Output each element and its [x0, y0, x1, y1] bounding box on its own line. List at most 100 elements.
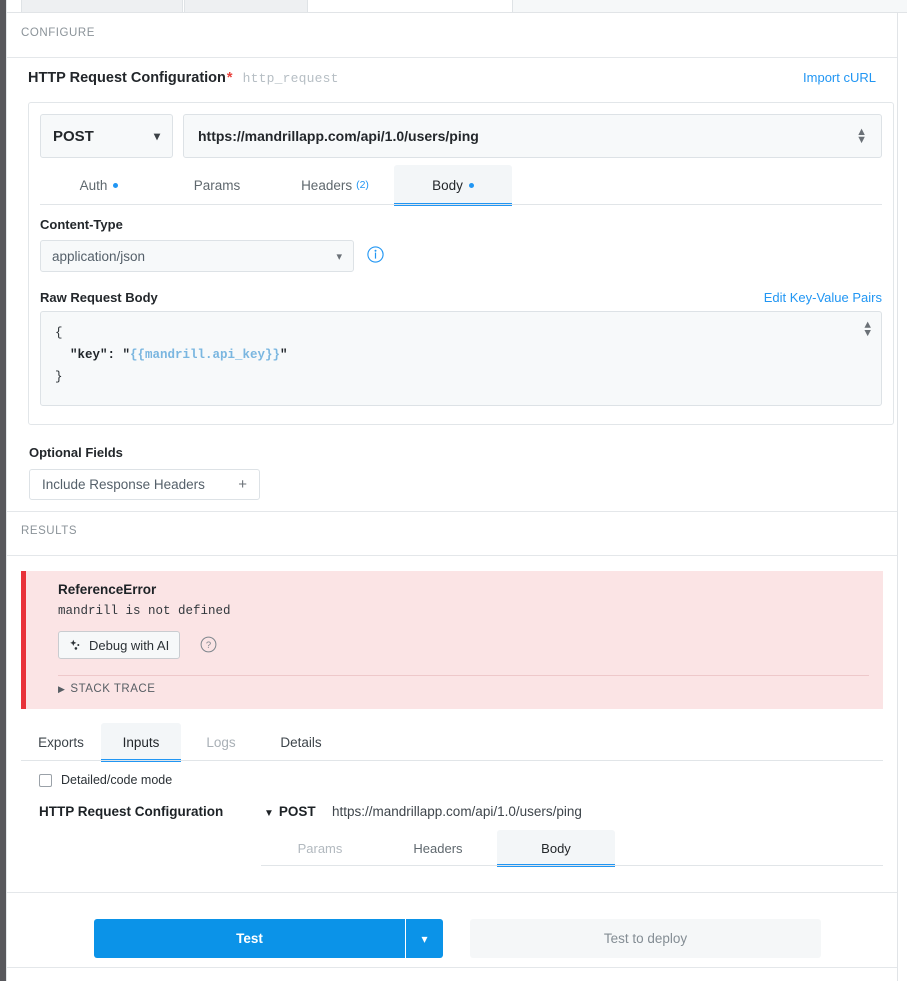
tab-auth-label: Auth	[79, 177, 108, 193]
stack-trace-toggle[interactable]: ▶ STACK TRACE	[58, 683, 155, 695]
body-variable: {{mandrill.api_key}}	[130, 348, 281, 362]
tab-auth[interactable]: Auth	[40, 165, 158, 205]
body-line-open: {	[55, 326, 63, 340]
tab-headers[interactable]: Headers (2)	[276, 165, 394, 205]
body-key-text: "key": "	[55, 348, 131, 362]
chevron-down-icon: ▾	[336, 250, 342, 263]
inputs-method-label: POST	[278, 804, 316, 819]
bottom-divider	[7, 967, 897, 968]
chevron-down-icon: ▾	[421, 931, 428, 946]
include-response-headers-chip[interactable]: Include Response Headers +	[29, 469, 260, 500]
inputs-tab-body-label: Body	[541, 840, 571, 856]
sparkles-icon	[69, 639, 82, 652]
debug-with-ai-label: Debug with AI	[89, 637, 170, 653]
url-input[interactable]: https://mandrillapp.com/api/1.0/users/pi…	[183, 114, 882, 158]
body-line-close: }	[55, 370, 63, 384]
error-divider	[58, 675, 869, 676]
raw-body-label: Raw Request Body	[40, 290, 158, 305]
results-section: RESULTS ReferenceError mandrill is not d…	[7, 511, 897, 981]
tab-inputs[interactable]: Inputs	[101, 723, 181, 762]
results-top-divider	[7, 511, 897, 512]
inputs-tabs: Params Headers Body	[261, 830, 901, 867]
tab-body-label: Body	[432, 177, 463, 193]
detailed-code-mode-label: Detailed/code mode	[61, 773, 173, 787]
svg-text:?: ?	[206, 640, 211, 651]
required-marker: *	[226, 70, 233, 86]
edit-key-value-pairs-link[interactable]: Edit Key-Value Pairs	[764, 290, 882, 305]
inputs-tabs-underline	[261, 865, 883, 866]
raw-body-editor[interactable]: { "key": "{{mandrill.api_key}}" } ▲ ▼	[40, 311, 882, 406]
request-tabs: Auth Params Headers (2) Body	[40, 165, 882, 206]
tab-details-label: Details	[280, 734, 322, 750]
checkbox-icon	[39, 773, 52, 787]
error-message: mandrill is not defined	[58, 604, 231, 618]
debug-with-ai-button[interactable]: Debug with AI	[58, 631, 181, 659]
top-tab-1[interactable]	[21, 0, 183, 12]
top-tab-2[interactable]	[184, 0, 308, 12]
app-root: CONFIGURE HTTP Request Configuration * h…	[0, 0, 907, 981]
tab-logs[interactable]: Logs	[181, 723, 261, 761]
tab-exports-label: Exports	[38, 734, 84, 750]
optional-fields-label: Optional Fields	[29, 445, 123, 460]
inputs-method[interactable]: ▼ POST	[264, 804, 316, 819]
top-tab-3[interactable]	[512, 0, 907, 12]
results-section-label: RESULTS	[21, 525, 78, 537]
info-circle-icon[interactable]	[367, 246, 384, 263]
tab-params-label: Params	[193, 177, 241, 193]
body-close-quote: "	[280, 348, 288, 362]
test-button-dropdown[interactable]: ▾	[405, 919, 443, 958]
method-select[interactable]: POST ▾	[40, 114, 173, 158]
resize-handle-icon[interactable]: ▲ ▼	[856, 127, 867, 146]
import-curl-link[interactable]: Import cURL	[803, 70, 876, 85]
results-divider	[7, 555, 897, 556]
tab-body-dot	[468, 182, 474, 188]
config-header: HTTP Request Configuration * http_reques…	[28, 70, 876, 92]
request-card: POST ▾ https://mandrillapp.com/api/1.0/u…	[28, 102, 894, 425]
plus-icon: +	[238, 476, 247, 493]
tab-exports[interactable]: Exports	[21, 723, 101, 761]
tab-body[interactable]: Body	[394, 165, 512, 206]
body-line-key: "key": "{{mandrill.api_key}}"	[55, 344, 867, 366]
tab-headers-label: Headers	[301, 177, 353, 193]
tab-params[interactable]: Params	[158, 165, 276, 205]
test-to-deploy-label: Test to deploy	[603, 931, 688, 946]
help-circle-icon[interactable]: ?	[200, 636, 217, 653]
include-response-headers-label: Include Response Headers	[42, 477, 205, 492]
test-button-group: Test ▾	[94, 919, 443, 958]
request-line: POST ▾ https://mandrillapp.com/api/1.0/u…	[40, 114, 882, 158]
tab-auth-dot	[113, 182, 119, 188]
triangle-right-icon: ▶	[58, 684, 66, 694]
config-title: HTTP Request Configuration	[28, 70, 226, 86]
inputs-tab-headers[interactable]: Headers	[379, 830, 497, 866]
footer: Test ▾ Test to deploy	[7, 893, 897, 981]
inputs-tab-params-label: Params	[297, 840, 343, 856]
request-tabs-underline	[40, 204, 882, 205]
content-type-value: application/json	[52, 248, 146, 264]
tab-details[interactable]: Details	[261, 723, 341, 761]
method-value: POST	[53, 127, 94, 145]
configure-divider	[7, 57, 897, 58]
content-type-label: Content-Type	[40, 217, 123, 232]
tab-logs-label: Logs	[206, 734, 236, 750]
detailed-code-mode-checkbox[interactable]: Detailed/code mode	[39, 773, 172, 787]
inputs-tab-headers-label: Headers	[413, 840, 463, 856]
error-banner: ReferenceError mandrill is not defined D…	[21, 571, 883, 709]
tab-headers-count: (2)	[356, 179, 369, 191]
inputs-url: https://mandrillapp.com/api/1.0/users/pi…	[332, 804, 582, 819]
config-slug: http_request	[242, 71, 339, 86]
results-tabs: Exports Inputs Logs Details	[21, 723, 883, 762]
stack-trace-label: STACK TRACE	[70, 683, 156, 695]
inputs-tab-params[interactable]: Params	[261, 830, 379, 866]
url-value: https://mandrillapp.com/api/1.0/users/pi…	[198, 128, 479, 144]
content-type-select[interactable]: application/json ▾	[40, 240, 354, 272]
triangle-down-icon: ▼	[264, 808, 274, 819]
tab-inputs-label: Inputs	[122, 734, 160, 750]
inputs-config-title: HTTP Request Configuration	[39, 804, 224, 819]
test-button[interactable]: Test	[94, 919, 405, 958]
configure-section: CONFIGURE HTTP Request Configuration * h…	[7, 13, 897, 500]
error-type: ReferenceError	[58, 582, 157, 597]
inputs-tab-body[interactable]: Body	[497, 830, 615, 867]
test-to-deploy-button[interactable]: Test to deploy	[470, 919, 821, 958]
resize-handle-icon[interactable]: ▲ ▼	[864, 321, 871, 340]
chevron-down-icon: ▾	[153, 129, 160, 143]
